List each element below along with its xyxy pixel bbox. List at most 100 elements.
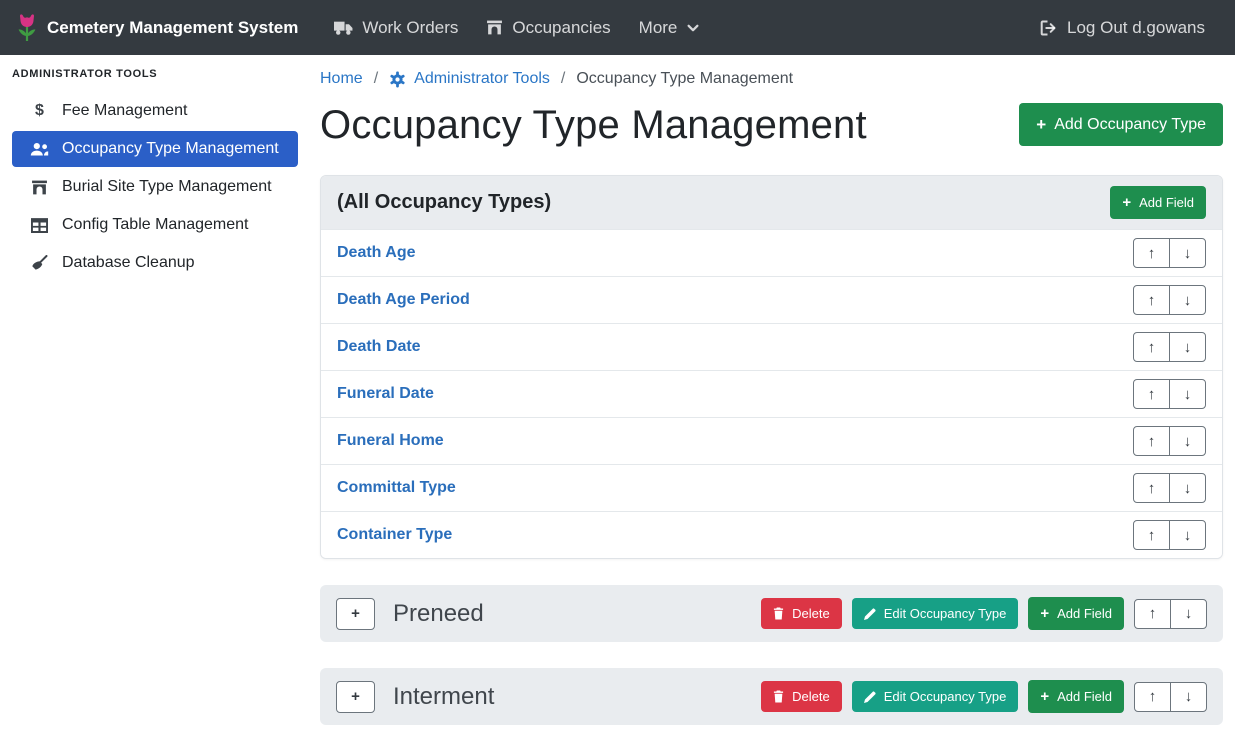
add-field-button[interactable]: + Add Field (1110, 186, 1206, 219)
broom-icon (30, 255, 49, 271)
pencil-icon (864, 691, 876, 703)
pencil-icon (864, 608, 876, 620)
sidebar-item-config-table-management[interactable]: Config Table Management (12, 207, 298, 243)
sidebar-item-occupancy-type-management[interactable]: Occupancy Type Management (12, 131, 298, 167)
field-link-death-age[interactable]: Death Age (337, 244, 416, 262)
logout-icon (1039, 20, 1058, 36)
nav-occupancies[interactable]: Occupancies (472, 10, 624, 46)
move-down-button[interactable]: ↓ (1169, 332, 1206, 362)
field-link-funeral-home[interactable]: Funeral Home (337, 432, 444, 450)
tulip-logo-icon (16, 13, 38, 43)
expand-button[interactable]: + (336, 598, 375, 630)
plus-icon: + (1040, 689, 1049, 704)
reorder-group: ↑ ↓ (1133, 473, 1206, 503)
nav-logout-label: Log Out d.gowans (1067, 18, 1205, 38)
move-down-button[interactable]: ↓ (1169, 285, 1206, 315)
field-row: Funeral Home ↑ ↓ (321, 417, 1222, 464)
navbar-links: Work Orders Occupancies More (320, 10, 1219, 46)
expand-button[interactable]: + (336, 681, 375, 713)
nav-occupancies-label: Occupancies (512, 18, 610, 38)
add-field-label: Add Field (1057, 607, 1112, 620)
archway-icon (30, 179, 49, 196)
sidebar-item-fee-management[interactable]: $ Fee Management (12, 93, 298, 129)
field-link-funeral-date[interactable]: Funeral Date (337, 385, 434, 403)
move-up-button[interactable]: ↑ (1133, 426, 1170, 456)
nav-logout[interactable]: Log Out d.gowans (1025, 10, 1219, 46)
app-brand[interactable]: Cemetery Management System (16, 13, 298, 43)
all-occupancy-types-title: (All Occupancy Types) (337, 191, 551, 214)
down-arrow-icon: ↓ (1184, 433, 1192, 450)
down-arrow-icon: ↓ (1184, 245, 1192, 262)
up-arrow-icon: ↑ (1148, 527, 1156, 544)
users-icon (30, 142, 49, 157)
truck-icon (334, 20, 353, 36)
move-down-button[interactable]: ↓ (1169, 238, 1206, 268)
nav-more-label: More (639, 18, 678, 38)
move-down-button[interactable]: ↓ (1169, 426, 1206, 456)
up-arrow-icon: ↑ (1149, 688, 1157, 705)
breadcrumb-admin-tools-link[interactable]: Administrator Tools (389, 70, 550, 88)
move-down-button[interactable]: ↓ (1170, 599, 1207, 629)
sidebar-item-label: Burial Site Type Management (62, 178, 272, 196)
occupancy-type-card-preneed: + Preneed Delete (320, 585, 1223, 642)
breadcrumb-current: Occupancy Type Management (576, 70, 793, 88)
plus-icon: + (1040, 606, 1049, 621)
add-occupancy-type-label: Add Occupancy Type (1054, 117, 1206, 133)
occupancy-type-title: Interment (393, 683, 761, 711)
down-arrow-icon: ↓ (1184, 386, 1192, 403)
move-up-button[interactable]: ↑ (1133, 520, 1170, 550)
field-link-death-date[interactable]: Death Date (337, 338, 421, 356)
sidebar-item-label: Fee Management (62, 102, 187, 120)
delete-label: Delete (792, 690, 830, 703)
move-down-button[interactable]: ↓ (1169, 520, 1206, 550)
nav-more[interactable]: More (625, 10, 715, 46)
reorder-group: ↑ ↓ (1133, 285, 1206, 315)
edit-occupancy-type-button[interactable]: Edit Occupancy Type (852, 681, 1019, 712)
sidebar-section-title: Administrator Tools (0, 68, 308, 80)
occupancy-type-actions: Delete Edit Occupancy Type + Add Field ↑ (761, 597, 1207, 630)
breadcrumb-home-link[interactable]: Home (320, 70, 363, 88)
breadcrumb-separator: / (561, 70, 565, 88)
up-arrow-icon: ↑ (1148, 292, 1156, 309)
add-occupancy-type-button[interactable]: + Add Occupancy Type (1019, 103, 1223, 146)
add-field-button[interactable]: + Add Field (1028, 597, 1124, 630)
occupancy-type-title: Preneed (393, 600, 761, 628)
move-up-button[interactable]: ↑ (1133, 238, 1170, 268)
edit-occupancy-type-label: Edit Occupancy Type (884, 607, 1007, 620)
sidebar-item-label: Occupancy Type Management (62, 140, 279, 158)
down-arrow-icon: ↓ (1184, 480, 1192, 497)
plus-icon: + (1036, 116, 1046, 133)
move-down-button[interactable]: ↓ (1170, 682, 1207, 712)
sidebar-item-database-cleanup[interactable]: Database Cleanup (12, 245, 298, 281)
field-link-container-type[interactable]: Container Type (337, 526, 452, 544)
move-up-button[interactable]: ↑ (1133, 379, 1170, 409)
move-up-button[interactable]: ↑ (1134, 682, 1171, 712)
page-title: Occupancy Type Management (320, 103, 867, 148)
move-down-button[interactable]: ↓ (1169, 379, 1206, 409)
up-arrow-icon: ↑ (1148, 433, 1156, 450)
reorder-group: ↑ ↓ (1133, 520, 1206, 550)
app-title: Cemetery Management System (47, 18, 298, 38)
field-row: Death Age Period ↑ ↓ (321, 276, 1222, 323)
down-arrow-icon: ↓ (1185, 688, 1193, 705)
breadcrumb: Home / Administrator Tools (320, 64, 1223, 88)
sidebar-item-burial-site-type-management[interactable]: Burial Site Type Management (12, 169, 298, 205)
reorder-group: ↑ ↓ (1133, 426, 1206, 456)
edit-occupancy-type-button[interactable]: Edit Occupancy Type (852, 598, 1019, 629)
trash-icon (773, 690, 784, 703)
delete-button[interactable]: Delete (761, 598, 842, 629)
add-field-button[interactable]: + Add Field (1028, 680, 1124, 713)
move-up-button[interactable]: ↑ (1133, 473, 1170, 503)
edit-occupancy-type-label: Edit Occupancy Type (884, 690, 1007, 703)
up-arrow-icon: ↑ (1148, 386, 1156, 403)
field-link-death-age-period[interactable]: Death Age Period (337, 291, 470, 309)
move-up-button[interactable]: ↑ (1134, 599, 1171, 629)
nav-work-orders[interactable]: Work Orders (320, 10, 472, 46)
move-up-button[interactable]: ↑ (1133, 332, 1170, 362)
reorder-group: ↑ ↓ (1133, 238, 1206, 268)
move-up-button[interactable]: ↑ (1133, 285, 1170, 315)
main-content: Home / Administrator Tools (308, 55, 1235, 738)
field-link-committal-type[interactable]: Committal Type (337, 479, 456, 497)
delete-button[interactable]: Delete (761, 681, 842, 712)
move-down-button[interactable]: ↓ (1169, 473, 1206, 503)
